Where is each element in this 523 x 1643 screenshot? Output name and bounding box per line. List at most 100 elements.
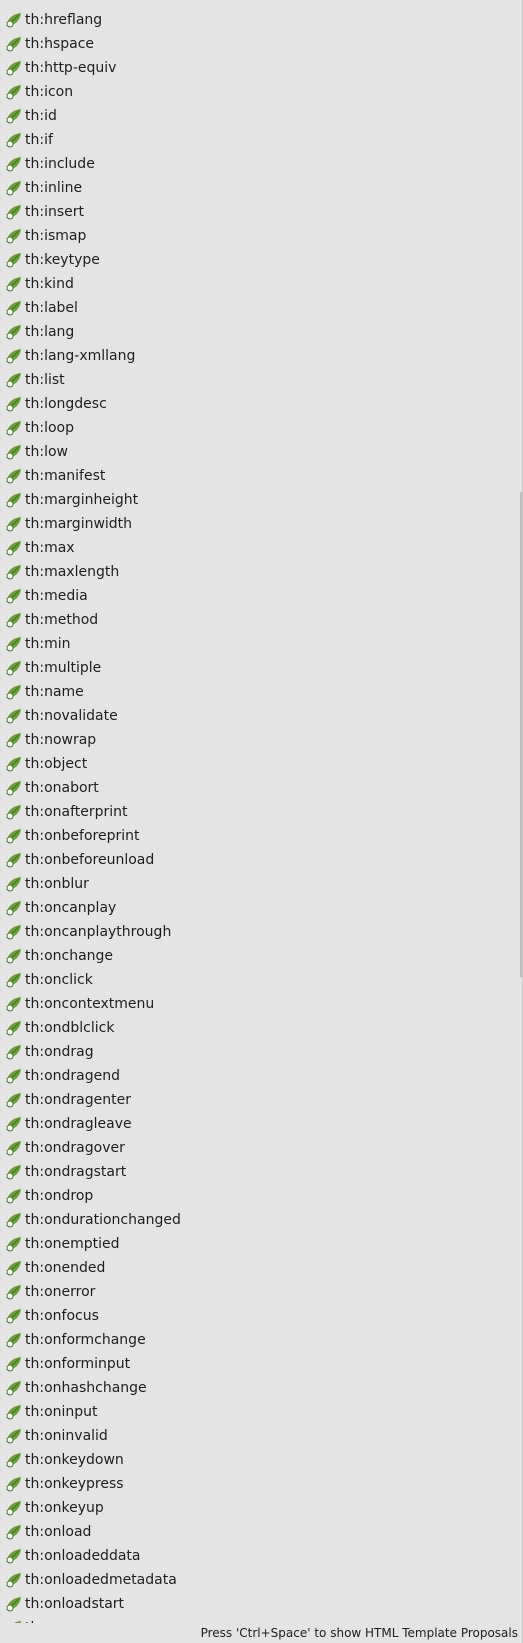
proposal-item[interactable]: th:onload — [0, 1520, 521, 1544]
proposal-item[interactable]: th:hspace — [0, 32, 521, 56]
proposal-item[interactable]: th:onbeforeprint — [0, 824, 521, 848]
proposal-item[interactable]: th:onchange — [0, 944, 521, 968]
proposal-item[interactable]: th:novalidate — [0, 704, 521, 728]
proposal-item[interactable]: th:low — [0, 440, 521, 464]
thymeleaf-leaf-icon — [6, 829, 21, 844]
proposal-item[interactable]: th:lang — [0, 320, 521, 344]
proposal-item[interactable]: th:longdesc — [0, 392, 521, 416]
thymeleaf-leaf-icon — [6, 421, 21, 436]
proposal-item[interactable]: th:method — [0, 608, 521, 632]
thymeleaf-leaf-icon — [6, 517, 21, 532]
proposal-label: th:ondragleave — [25, 1116, 132, 1132]
proposal-item[interactable]: th:ondragenter — [0, 1088, 521, 1112]
proposal-item[interactable]: th:oncontextmenu — [0, 992, 521, 1016]
proposal-item[interactable]: th:onended — [0, 1256, 521, 1280]
proposal-item[interactable]: th:oncanplaythrough — [0, 920, 521, 944]
proposal-item[interactable]: th:oninput — [0, 1400, 521, 1424]
proposal-item[interactable]: th:onformchange — [0, 1328, 521, 1352]
proposal-label: th:oncanplaythrough — [25, 924, 172, 940]
proposal-item[interactable]: th:icon — [0, 80, 521, 104]
proposal-item[interactable]: th:oncanplay — [0, 896, 521, 920]
proposal-item[interactable]: th:onforminput — [0, 1352, 521, 1376]
proposal-label: th:onafterprint — [25, 804, 128, 820]
proposal-item[interactable]: th:manifest — [0, 464, 521, 488]
proposal-item[interactable]: th:onkeyup — [0, 1496, 521, 1520]
proposal-item[interactable]: th:oninvalid — [0, 1424, 521, 1448]
thymeleaf-leaf-icon — [6, 661, 21, 676]
proposal-item[interactable]: th:onkeydown — [0, 1448, 521, 1472]
proposal-label: th:onkeyup — [25, 1500, 104, 1516]
proposal-item[interactable]: th:maxlength — [0, 560, 521, 584]
thymeleaf-leaf-icon — [6, 997, 21, 1012]
thymeleaf-leaf-icon — [6, 1477, 21, 1492]
proposal-item[interactable]: th:ondurationchanged — [0, 1208, 521, 1232]
proposal-item[interactable]: th:list — [0, 368, 521, 392]
proposal-item[interactable]: th:onabort — [0, 776, 521, 800]
proposal-item[interactable]: th:onafterprint — [0, 800, 521, 824]
proposal-label: th:ondurationchanged — [25, 1212, 181, 1228]
proposal-item[interactable]: th:name — [0, 680, 521, 704]
proposal-label: th:loop — [25, 420, 74, 436]
thymeleaf-leaf-icon — [6, 1141, 21, 1156]
proposal-item[interactable]: th:http-equiv — [0, 56, 521, 80]
proposal-item[interactable]: th:kind — [0, 272, 521, 296]
proposal-item[interactable]: th:inline — [0, 176, 521, 200]
thymeleaf-leaf-icon — [6, 37, 21, 52]
proposal-item[interactable]: th:onemptied — [0, 1232, 521, 1256]
proposal-label: th:http-equiv — [25, 60, 117, 76]
proposal-item[interactable]: th:include — [0, 152, 521, 176]
proposal-item[interactable]: th:onloadstart — [0, 1592, 521, 1616]
scrollbar[interactable] — [520, 492, 522, 977]
thymeleaf-leaf-icon — [6, 853, 21, 868]
proposal-label: th:include — [25, 156, 95, 172]
proposal-item[interactable]: th:nowrap — [0, 728, 521, 752]
proposal-item[interactable]: th:ondragover — [0, 1136, 521, 1160]
proposal-label: th:max — [25, 540, 75, 556]
proposal-label: th:manifest — [25, 468, 106, 484]
proposal-item[interactable]: th:onfocus — [0, 1304, 521, 1328]
proposal-item[interactable]: th:insert — [0, 200, 521, 224]
thymeleaf-leaf-icon — [6, 1549, 21, 1564]
proposal-item[interactable]: th:label — [0, 296, 521, 320]
proposal-item[interactable]: th:onbeforeunload — [0, 848, 521, 872]
proposal-item[interactable]: th:ondragend — [0, 1064, 521, 1088]
proposal-label: th:inline — [25, 180, 83, 196]
proposal-item[interactable]: th:keytype — [0, 248, 521, 272]
status-hint: Press 'Ctrl+Space' to show HTML Template… — [0, 1623, 522, 1643]
proposal-item[interactable]: th: — [0, 1616, 521, 1623]
proposal-item[interactable]: th:if — [0, 128, 521, 152]
proposal-item[interactable]: th:marginwidth — [0, 512, 521, 536]
proposal-item[interactable]: th:media — [0, 584, 521, 608]
thymeleaf-leaf-icon — [6, 229, 21, 244]
proposal-item[interactable]: th:id — [0, 104, 521, 128]
proposal-item[interactable]: th:onblur — [0, 872, 521, 896]
proposal-item[interactable]: th:multiple — [0, 656, 521, 680]
proposal-item[interactable]: th:onclick — [0, 968, 521, 992]
proposal-item[interactable]: th:onkeypress — [0, 1472, 521, 1496]
proposal-label: th:oninvalid — [25, 1428, 108, 1444]
proposal-item[interactable]: th:onhashchange — [0, 1376, 521, 1400]
proposal-label: th:onchange — [25, 948, 114, 964]
proposal-item[interactable]: th:marginheight — [0, 488, 521, 512]
thymeleaf-leaf-icon — [6, 1117, 21, 1132]
proposal-item[interactable]: th:hreflang — [0, 8, 521, 32]
proposal-item[interactable]: th:ondragstart — [0, 1160, 521, 1184]
proposal-item[interactable]: th:ondblclick — [0, 1016, 521, 1040]
proposal-label: th:ondragover — [25, 1140, 125, 1156]
proposal-item[interactable]: th:onloadedmetadata — [0, 1568, 521, 1592]
proposal-item[interactable]: th:lang-xmllang — [0, 344, 521, 368]
proposal-label: th:kind — [25, 276, 74, 292]
proposal-item[interactable]: th:loop — [0, 416, 521, 440]
proposal-item[interactable]: th:ondragleave — [0, 1112, 521, 1136]
proposal-item[interactable]: th:ondrop — [0, 1184, 521, 1208]
proposal-item[interactable]: th:object — [0, 752, 521, 776]
proposal-item[interactable]: th:ondrag — [0, 1040, 521, 1064]
proposal-item[interactable]: th:min — [0, 632, 521, 656]
thymeleaf-leaf-icon — [6, 325, 21, 340]
proposal-item[interactable]: th:onerror — [0, 1280, 521, 1304]
proposal-item[interactable]: th:onloadeddata — [0, 1544, 521, 1568]
proposal-label: th:oncontextmenu — [25, 996, 155, 1012]
proposal-item[interactable]: th:max — [0, 536, 521, 560]
proposal-item[interactable]: th:ismap — [0, 224, 521, 248]
proposal-list[interactable]: th:hreflang th:hspace th:http-equiv th:icon… — [0, 8, 521, 1623]
